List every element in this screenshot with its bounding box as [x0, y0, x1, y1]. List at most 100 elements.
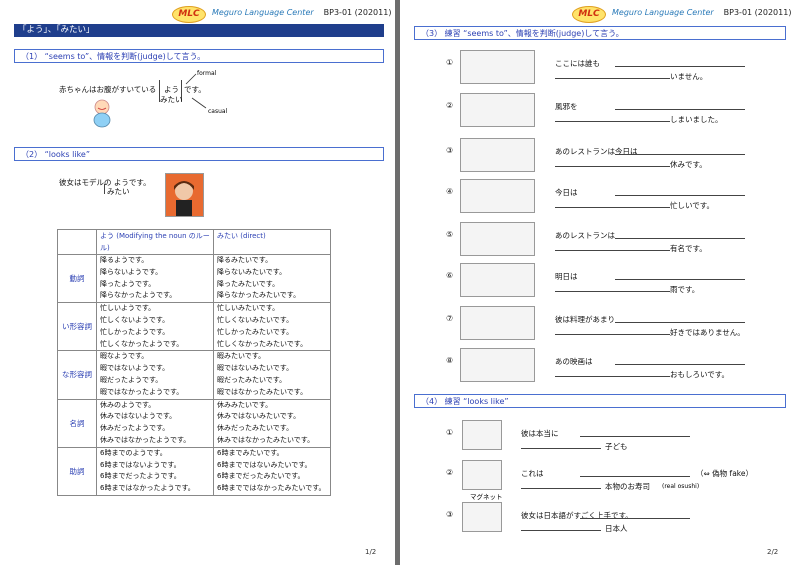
prompt-text: これは [521, 469, 544, 478]
answer-line [615, 322, 745, 323]
ending-text: 本物のお寿司 [605, 482, 650, 491]
header-you: よう (Modifying the noun のルール) [96, 229, 214, 255]
section-2-heading: （2） “looks like” [14, 147, 384, 161]
fake-note: （⇔ 偽物 fake） [696, 469, 753, 478]
picture-caption: マグネット [470, 493, 503, 501]
answer-line [555, 334, 670, 335]
ending-text: 子ども [605, 442, 628, 451]
answer-line [615, 66, 745, 67]
ending-text: しまいました。 [670, 115, 723, 124]
exercise-picture [460, 50, 535, 84]
exercise-picture [460, 348, 535, 382]
answer-line [521, 488, 601, 489]
exercise-picture [460, 306, 535, 340]
page-1: MLC Meguro Language Center BP3-01 (202011… [0, 0, 395, 565]
header-mitai: みたい (direct) [213, 229, 331, 255]
ending-text: 有名です。 [670, 244, 707, 253]
answer-line [521, 448, 601, 449]
item-number: ⑥ [446, 271, 454, 280]
section-1-heading: （1） “seems to”、情報を判断(judge)して言う。 [14, 49, 384, 63]
mlc-logo: MLC [172, 6, 206, 23]
item-number: ④ [446, 187, 454, 196]
exercise-picture [462, 420, 502, 450]
ending-text: いません。 [670, 72, 708, 81]
exercise-picture [460, 263, 535, 297]
ending-text: 雨です。 [670, 285, 700, 294]
category-verb: 動詞 [57, 253, 97, 304]
prompt-text: 彼は本当に [521, 429, 559, 438]
ending-text: 好きではありません。 [670, 328, 745, 337]
ending-text: 忙しいです。 [670, 201, 715, 210]
answer-line [555, 166, 670, 167]
item-number: ⑤ [446, 230, 454, 239]
mlc-logo: MLC [572, 6, 606, 23]
answer-line [615, 364, 745, 365]
category-i-adjective: い形容詞 [57, 302, 97, 352]
page-number: 1/2 [365, 548, 377, 556]
item-number: ① [446, 428, 454, 437]
page-header: Meguro Language Center BP3-01 (202011) [212, 8, 391, 17]
answer-line [580, 476, 690, 477]
grammar-table: よう (Modifying the noun のルール) みたい (direct… [57, 229, 331, 496]
ending-text: 休みです。 [670, 160, 707, 169]
school-name: Meguro Language Center [612, 8, 714, 17]
doc-code: BP3-01 (202011) [723, 8, 792, 17]
table-row: 名詞 休みのようです。 休みではないようです。 休みだったようです。 休みではなかった… [57, 398, 331, 448]
page-2: MLC Meguro Language Center BP3-01 (202011… [400, 0, 800, 565]
answer-line [580, 518, 690, 519]
answer-line [615, 279, 745, 280]
prompt-text: 彼は料理があまり [555, 315, 615, 324]
answer-line [580, 436, 690, 437]
category-na-adjective: な形容詞 [57, 350, 97, 400]
item-number: ① [446, 58, 454, 67]
table-row: な形容詞 暇なようです。 暇ではないようです。 暇だったようです。 暇ではなかったよう… [57, 350, 331, 400]
item-number: ② [446, 468, 454, 477]
prompt-text: ここには誰も [555, 59, 600, 68]
ending-text: おもしろいです。 [670, 370, 730, 379]
prompt-text: 彼女は日本語がすごく上手です。 [521, 511, 633, 520]
table-row: 助詞 6時までのようです。 6時まではないようです。 6時までだったようです。 6時ま… [57, 446, 331, 496]
section-4-heading: （4） 練習 “looks like” [414, 394, 786, 408]
exercise-picture [462, 460, 502, 490]
model-photo [165, 173, 204, 217]
exercise-picture [460, 93, 535, 127]
answer-line [555, 250, 670, 251]
school-name: Meguro Language Center [212, 8, 314, 17]
exercise-picture [460, 222, 535, 256]
arrows-graphic [185, 73, 207, 109]
answer-line [615, 238, 745, 239]
prompt-text: 今日は [555, 188, 578, 197]
exercise-picture [460, 138, 535, 172]
baby-illustration [93, 99, 111, 128]
table-row: 動詞 降るようです。 降らないようです。 降ったようです。 降らなかったようです。 降… [57, 253, 331, 304]
table-row: い形容詞 忙しいようです。 忙しくないようです。 忙しかったようです。 忙しくなかった… [57, 302, 331, 352]
answer-line [615, 154, 745, 155]
prompt-text: 風邪を [555, 102, 578, 111]
category-noun: 名詞 [57, 398, 97, 448]
answer-line [615, 109, 745, 110]
answer-line [615, 195, 745, 196]
exercise-picture [462, 502, 502, 532]
category-particle: 助詞 [57, 446, 97, 496]
prompt-text: あの映画は [555, 357, 593, 366]
item-number: ③ [446, 510, 454, 519]
prompt-text: あのレストランは [555, 231, 615, 240]
section-3-heading: （3） 練習 “seems to”、情報を判断(judge)して言う。 [414, 26, 786, 40]
item-number: ⑧ [446, 356, 454, 365]
item-number: ③ [446, 146, 454, 155]
item-number: ⑦ [446, 314, 454, 323]
doc-code: BP3-01 (202011) [323, 8, 392, 17]
item-number: ② [446, 101, 454, 110]
page-title: 「よう」、「みたい」 [14, 24, 384, 37]
answer-line [521, 530, 601, 531]
real-osushi-note: (real osushi) [662, 483, 700, 490]
page-header: Meguro Language Center BP3-01 (202011) [612, 8, 791, 17]
answer-line [555, 207, 670, 208]
s2-mitai: みたい [107, 187, 130, 196]
answer-line [555, 291, 670, 292]
prompt-text: 明日は [555, 272, 578, 281]
answer-line [555, 121, 670, 122]
page-number: 2/2 [767, 548, 779, 556]
s1-sentence: 赤ちゃんはお腹がすいている [59, 85, 157, 94]
answer-line [555, 78, 670, 79]
